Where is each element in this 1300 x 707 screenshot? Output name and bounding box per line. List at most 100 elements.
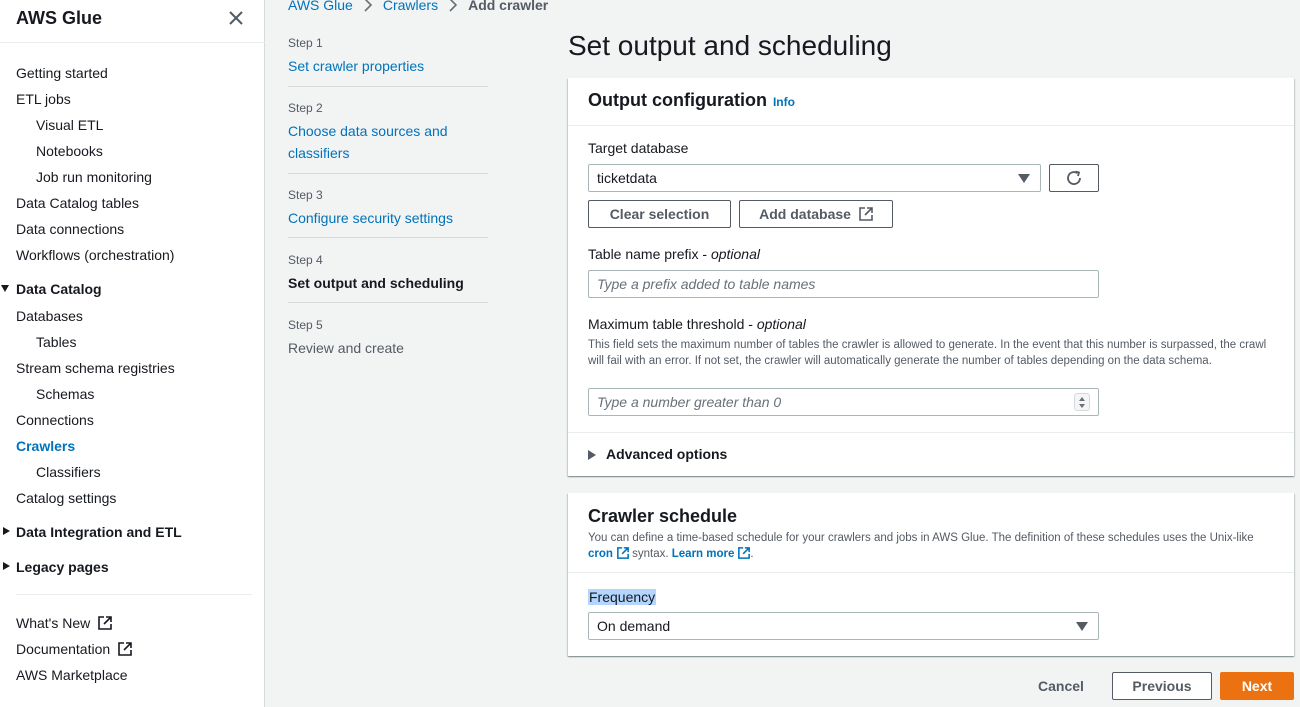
previous-button[interactable]: Previous	[1112, 672, 1212, 700]
add-database-button[interactable]: Add database	[739, 200, 893, 228]
step-review-and-create: Review and create	[288, 340, 404, 356]
sidebar-item-databases[interactable]: Databases	[16, 307, 83, 325]
link-label: Learn more	[671, 548, 735, 560]
cancel-button[interactable]: Cancel	[1024, 672, 1098, 700]
clear-selection-button[interactable]: Clear selection	[588, 200, 731, 228]
sidebar-section-legacy-pages[interactable]: Legacy pages	[3, 558, 109, 576]
schedule-description: You can define a time-based schedule for…	[588, 530, 1278, 562]
breadcrumb-aws-glue[interactable]: AWS Glue	[288, 0, 353, 13]
sidebar-item-notebooks[interactable]: Notebooks	[36, 142, 103, 160]
select-value: On demand	[597, 618, 671, 634]
step-link-crawler-properties[interactable]: Set crawler properties	[288, 55, 488, 77]
step-divider	[288, 237, 488, 238]
max-table-threshold-input[interactable]: Type a number greater than 0	[588, 388, 1099, 416]
wizard-step-1: Step 1 Set crawler properties	[288, 35, 488, 77]
external-link-icon	[738, 547, 751, 559]
sidebar-title: AWS Glue	[16, 8, 103, 28]
optional-text: optional	[756, 316, 806, 332]
wizard-step-5: Step 5 Review and create	[288, 317, 488, 359]
step-link-data-sources[interactable]: Choose data sources and classifiers	[288, 120, 488, 164]
select-value: ticketdata	[597, 170, 657, 186]
page-title: Set output and scheduling	[568, 30, 892, 61]
sidebar: AWS Glue Getting started ETL jobs Visual…	[0, 0, 265, 707]
wizard-step-4: Step 4 Set output and scheduling	[288, 252, 488, 294]
wizard-step-3: Step 3 Configure security settings	[288, 187, 488, 229]
sidebar-divider	[0, 42, 265, 43]
sidebar-item-data-connections[interactable]: Data connections	[16, 220, 124, 238]
desc-text: syntax.	[632, 548, 669, 560]
sidebar-link-whats-new[interactable]: What's New	[16, 614, 112, 632]
label-text: Maximum table threshold -	[588, 316, 757, 332]
cron-link[interactable]: cron	[588, 547, 629, 560]
panel-heading: Crawler schedule	[588, 506, 738, 526]
step-number: Step 2	[288, 101, 323, 115]
optional-text: optional	[710, 246, 760, 262]
sidebar-item-job-run-monitoring[interactable]: Job run monitoring	[36, 168, 152, 186]
output-configuration-panel: Output configuration Info Target database…	[568, 78, 1294, 476]
external-link-icon	[98, 616, 112, 630]
sidebar-item-workflows[interactable]: Workflows (orchestration)	[16, 246, 174, 264]
sidebar-item-catalog-settings[interactable]: Catalog settings	[16, 489, 116, 507]
max-table-threshold-description: This field sets the maximum number of ta…	[588, 339, 1267, 367]
step-divider	[288, 173, 488, 174]
sidebar-section-label: Data Catalog	[16, 281, 102, 297]
sidebar-section-data-catalog[interactable]: Data Catalog	[1, 280, 102, 298]
caret-down-icon	[1018, 174, 1030, 183]
breadcrumb-current: Add crawler	[468, 0, 549, 13]
sidebar-item-data-catalog-tables[interactable]: Data Catalog tables	[16, 194, 139, 212]
learn-more-link[interactable]: Learn more	[671, 547, 751, 560]
next-button[interactable]: Next	[1220, 672, 1294, 700]
button-label: Add database	[759, 206, 851, 222]
sidebar-section-data-integration[interactable]: Data Integration and ETL	[3, 523, 182, 541]
input-placeholder: Type a number greater than 0	[597, 394, 782, 410]
step-number: Step 3	[288, 188, 323, 202]
close-icon[interactable]	[226, 8, 246, 28]
sidebar-item-etl-jobs[interactable]: ETL jobs	[16, 90, 71, 108]
label-text: Table name prefix -	[588, 246, 711, 262]
step-number: Step 5	[288, 318, 323, 332]
caret-down-icon	[1076, 622, 1088, 631]
sidebar-divider	[16, 594, 252, 595]
desc-text: .	[750, 548, 754, 560]
sidebar-item-visual-etl[interactable]: Visual ETL	[36, 116, 103, 134]
sidebar-item-stream-schema-registries[interactable]: Stream schema registries	[16, 359, 175, 377]
external-link-icon	[617, 547, 629, 559]
sidebar-item-crawlers[interactable]: Crawlers	[16, 437, 75, 455]
target-database-select[interactable]: ticketdata	[588, 164, 1041, 192]
chevron-right-icon	[364, 0, 372, 12]
sidebar-link-aws-marketplace[interactable]: AWS Marketplace	[16, 666, 128, 684]
info-link[interactable]: Info	[773, 95, 795, 109]
external-link-icon	[118, 642, 132, 656]
desc-text: You can define a time-based schedule for…	[588, 532, 1254, 544]
link-label: Documentation	[16, 641, 111, 657]
frequency-label: Frequency	[588, 589, 657, 605]
frequency-select[interactable]: On demand	[588, 612, 1099, 640]
caret-right-icon	[588, 450, 596, 460]
caret-right-icon	[3, 562, 10, 570]
sidebar-item-connections[interactable]: Connections	[16, 411, 94, 429]
sidebar-item-getting-started[interactable]: Getting started	[16, 64, 108, 82]
panel-heading-text: Output configuration	[588, 90, 767, 110]
sidebar-section-label: Data Integration and ETL	[16, 524, 182, 540]
sidebar-item-classifiers[interactable]: Classifiers	[36, 463, 101, 481]
step-link-security-settings[interactable]: Configure security settings	[288, 207, 488, 229]
number-stepper-icon[interactable]	[1074, 393, 1090, 411]
refresh-button[interactable]	[1049, 164, 1099, 192]
wizard-step-2: Step 2 Choose data sources and classifie…	[288, 100, 488, 164]
sidebar-link-documentation[interactable]: Documentation	[16, 640, 132, 658]
step-number: Step 1	[288, 36, 323, 50]
step-divider	[288, 302, 488, 303]
sidebar-item-tables[interactable]: Tables	[36, 333, 76, 351]
sidebar-item-schemas[interactable]: Schemas	[36, 385, 94, 403]
advanced-options-toggle[interactable]: Advanced options	[588, 446, 727, 462]
table-prefix-label: Table name prefix - optional	[588, 246, 760, 262]
panel-heading: Output configuration Info	[588, 90, 795, 111]
breadcrumb-crawlers[interactable]: Crawlers	[383, 0, 438, 13]
step-current-output-scheduling: Set output and scheduling	[288, 275, 464, 291]
step-divider	[288, 86, 488, 87]
table-prefix-input[interactable]: Type a prefix added to table names	[588, 270, 1099, 298]
chevron-right-icon	[449, 0, 458, 12]
link-label: What's New	[16, 615, 91, 631]
panel-divider	[568, 125, 1294, 126]
caret-right-icon	[3, 527, 10, 535]
